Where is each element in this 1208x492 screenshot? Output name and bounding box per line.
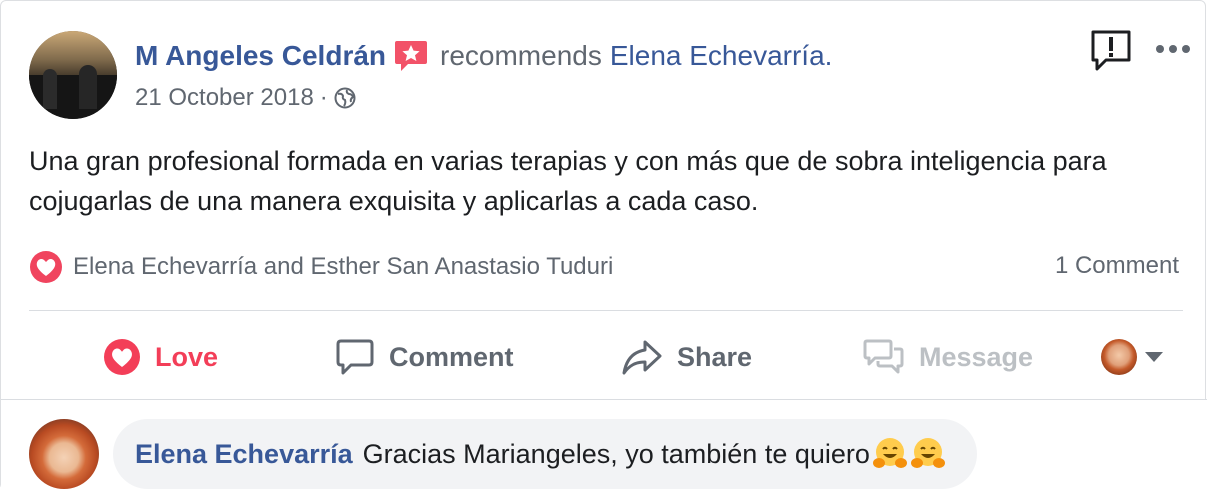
post-as-selector[interactable] xyxy=(1101,339,1163,375)
meta-separator: · xyxy=(319,84,328,111)
author-avatar[interactable] xyxy=(29,31,117,119)
post-meta: 21 October 2018 · xyxy=(135,84,356,112)
post-text: Una gran profesional formada en varias t… xyxy=(29,146,1107,216)
author-name-link[interactable]: M Angeles Celdrán xyxy=(135,40,386,72)
share-button[interactable]: Share xyxy=(621,333,752,381)
header-period: . xyxy=(824,40,833,71)
caret-down-icon xyxy=(1145,352,1163,362)
love-label: Love xyxy=(155,341,219,372)
comment-bubble: Elena Echevarría Gracias Mariangeles, yo… xyxy=(113,419,977,489)
comment-icon xyxy=(336,339,374,375)
reactions-summary[interactable]: Elena Echevarría and Esther San Anastasi… xyxy=(29,250,613,284)
report-icon[interactable] xyxy=(1089,29,1133,73)
review-post-card: M Angeles Celdrán recommends Elena Echev… xyxy=(0,0,1207,492)
love-icon xyxy=(104,339,140,375)
hugging-face-emoji-icon xyxy=(872,436,908,472)
commenter-name-link[interactable]: Elena Echevarría xyxy=(135,439,353,470)
message-label: Message xyxy=(919,341,1034,372)
comment-label: Comment xyxy=(389,341,514,372)
recommends-label: recommends xyxy=(440,40,602,71)
page-name-link[interactable]: Elena Echevarría xyxy=(610,40,825,72)
post-header: M Angeles Celdrán recommends Elena Echev… xyxy=(135,39,832,73)
comment-button[interactable]: Comment xyxy=(335,333,514,381)
post-date-link[interactable]: 21 October 2018 xyxy=(135,84,314,112)
comment-text: Gracias Mariangeles, yo también te quier… xyxy=(362,438,870,469)
divider xyxy=(29,310,1183,311)
share-label: Share xyxy=(677,341,753,372)
share-icon xyxy=(622,340,662,375)
current-user-avatar xyxy=(1101,339,1137,375)
message-button[interactable]: Message xyxy=(863,333,1033,381)
message-icon xyxy=(863,339,904,374)
globe-icon[interactable] xyxy=(334,87,356,109)
more-options-icon[interactable] xyxy=(1153,41,1193,57)
love-reaction-icon xyxy=(29,250,63,284)
recommend-star-icon xyxy=(394,39,428,73)
hugging-face-emoji-icon xyxy=(910,436,946,472)
comment-count-link[interactable]: 1 Comment xyxy=(1055,252,1179,280)
commenter-avatar[interactable] xyxy=(29,419,99,489)
reactors-names[interactable]: Elena Echevarría and Esther San Anastasi… xyxy=(73,253,613,281)
love-button[interactable]: Love xyxy=(103,333,218,381)
